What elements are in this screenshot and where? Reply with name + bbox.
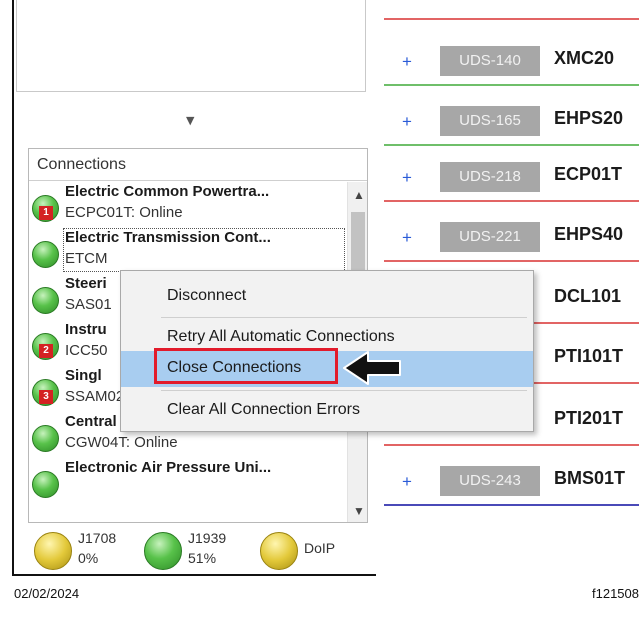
bus-j1708: J1708 0% bbox=[34, 528, 124, 572]
connection-item-selected[interactable]: Electric Transmission Cont... ETCM bbox=[29, 228, 347, 274]
footer-date: 02/02/2024 bbox=[14, 586, 80, 601]
connection-status: CGW04T: Online bbox=[65, 434, 178, 451]
module-tag: UDS-140 bbox=[440, 46, 540, 76]
status-led-icon bbox=[32, 425, 59, 452]
module-row[interactable]: + UDS-218 ECP01T bbox=[384, 154, 639, 202]
bus-name: J1708 bbox=[78, 530, 117, 546]
module-name: PTI201T bbox=[554, 408, 624, 428]
connection-title: Electric Transmission Cont... bbox=[65, 229, 271, 246]
row-underline bbox=[384, 504, 639, 506]
connections-header: Connections bbox=[29, 149, 367, 181]
module-name: EHPS20 bbox=[554, 108, 624, 128]
module-name: PTI101T bbox=[554, 346, 624, 366]
connection-status: SAS01 bbox=[65, 296, 112, 313]
module-name: BMS01T bbox=[554, 468, 626, 488]
scroll-up-icon[interactable]: ▲ bbox=[353, 188, 365, 202]
bus-name: J1939 bbox=[188, 530, 227, 546]
bus-led-icon bbox=[34, 532, 72, 570]
row-underline bbox=[384, 144, 639, 146]
status-led-icon bbox=[32, 241, 59, 268]
bus-led-icon bbox=[144, 532, 182, 570]
connection-status: ECPC01T: Online bbox=[65, 204, 183, 221]
module-tag: UDS-221 bbox=[440, 222, 540, 252]
bus-led-icon bbox=[260, 532, 298, 570]
module-row[interactable]: + UDS-165 EHPS20 bbox=[384, 98, 639, 146]
expand-plus-icon[interactable]: + bbox=[402, 228, 412, 248]
expand-plus-icon[interactable]: + bbox=[402, 472, 412, 492]
row-underline bbox=[384, 18, 639, 20]
expand-plus-icon[interactable]: + bbox=[402, 112, 412, 132]
menu-separator bbox=[161, 317, 527, 318]
row-underline bbox=[384, 200, 639, 202]
menu-item-disconnect[interactable]: Disconnect bbox=[121, 279, 533, 315]
error-count-badge: 1 bbox=[39, 206, 53, 220]
module-tag: UDS-165 bbox=[440, 106, 540, 136]
module-name: XMC20 bbox=[554, 48, 615, 68]
error-count-badge: 2 bbox=[39, 344, 53, 358]
bus-name: DoIP bbox=[304, 540, 336, 556]
splitter-toggle-icon[interactable]: ▼ bbox=[186, 114, 194, 127]
expand-plus-icon[interactable]: + bbox=[402, 168, 412, 188]
callout-highlight-box bbox=[154, 348, 338, 384]
row-underline bbox=[384, 444, 639, 446]
bus-status-row: J1708 0% J1939 51% DoIP bbox=[14, 526, 370, 574]
error-count-badge: 3 bbox=[39, 390, 53, 404]
connection-title: Steeri bbox=[65, 275, 107, 292]
module-tag: UDS-243 bbox=[440, 466, 540, 496]
module-tag: UDS-218 bbox=[440, 162, 540, 192]
upper-empty-panel bbox=[16, 0, 366, 92]
row-underline bbox=[384, 84, 639, 86]
row-underline bbox=[384, 260, 639, 262]
module-name: DCL101 bbox=[554, 286, 622, 306]
module-row[interactable]: + UDS-140 XMC20 bbox=[384, 38, 639, 86]
connection-title: Electronic Air Pressure Uni... bbox=[65, 459, 272, 476]
bus-percent: 0% bbox=[78, 550, 99, 566]
status-led-icon bbox=[32, 287, 59, 314]
connection-status: ICC50 bbox=[65, 342, 108, 359]
status-led-icon bbox=[32, 471, 59, 498]
connection-status: ETCM bbox=[65, 250, 108, 267]
module-row[interactable]: + UDS-221 EHPS40 bbox=[384, 214, 639, 262]
module-name: ECP01T bbox=[554, 164, 623, 184]
callout-arrow-icon bbox=[343, 351, 401, 385]
footer-figure-code: f121508 bbox=[592, 586, 639, 601]
connection-title: Singl bbox=[65, 367, 102, 384]
expand-plus-icon[interactable]: + bbox=[402, 52, 412, 72]
bus-j1939: J1939 51% bbox=[144, 528, 234, 572]
bus-doip: DoIP bbox=[260, 528, 360, 572]
menu-separator bbox=[161, 390, 527, 391]
connection-item[interactable]: 1 Electric Common Powertra... ECPC01T: O… bbox=[29, 182, 347, 228]
scroll-down-icon[interactable]: ▼ bbox=[353, 504, 365, 518]
connection-title: Instru bbox=[65, 321, 107, 338]
menu-item-clear-errors[interactable]: Clear All Connection Errors bbox=[121, 393, 533, 429]
module-name: EHPS40 bbox=[554, 224, 624, 244]
module-row[interactable]: + UDS-243 BMS01T bbox=[384, 458, 639, 506]
bus-percent: 51% bbox=[188, 550, 217, 566]
connection-item[interactable]: Electronic Air Pressure Uni... bbox=[29, 458, 347, 504]
connection-title: Electric Common Powertra... bbox=[65, 183, 270, 200]
